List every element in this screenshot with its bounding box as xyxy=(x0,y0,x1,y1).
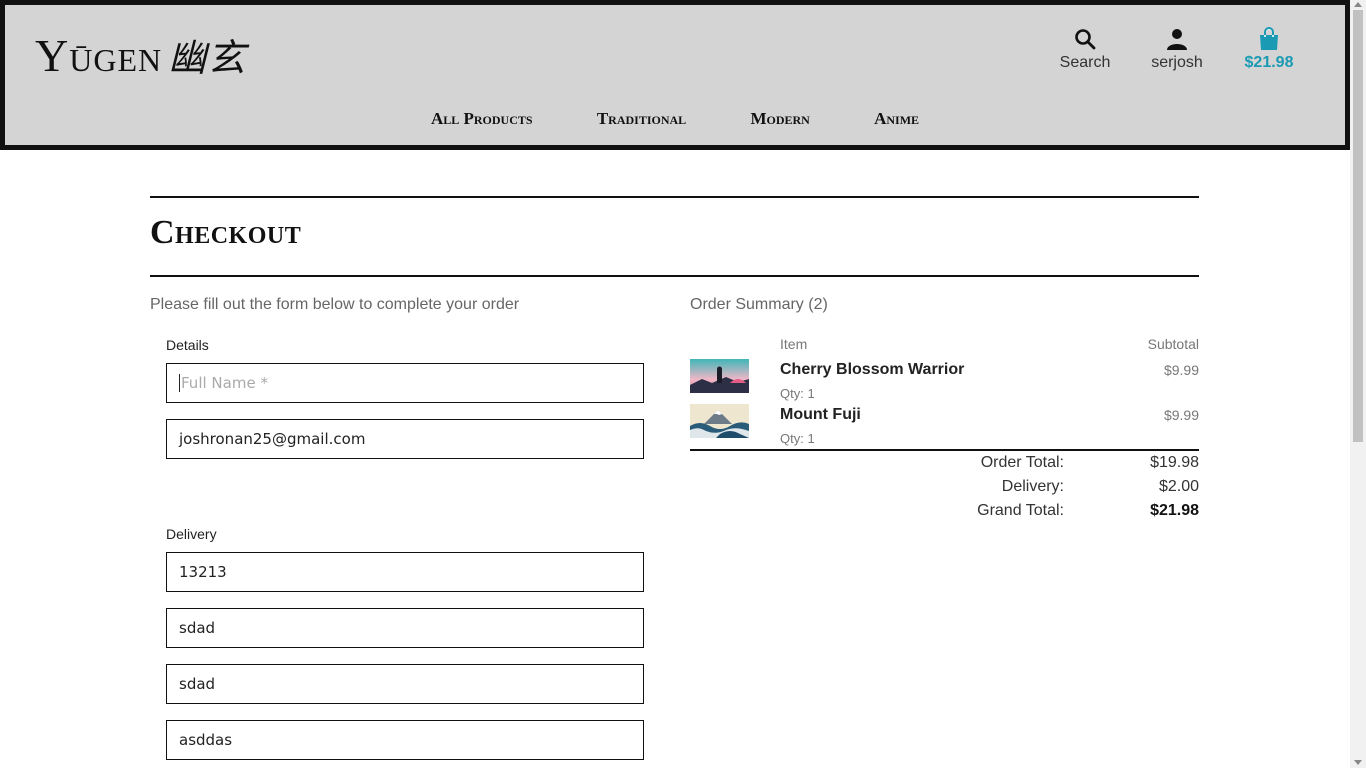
product-thumbnail-mount-fuji[interactable] xyxy=(690,404,749,438)
delivery-field-4[interactable]: asddas xyxy=(166,720,644,760)
nav-anime[interactable]: Anime xyxy=(874,109,919,129)
full-name-placeholder: Full Name * xyxy=(181,374,268,392)
cart-item-price: $9.99 xyxy=(1163,362,1199,378)
column-item-header: Item xyxy=(780,336,808,352)
page-title: Checkout xyxy=(150,214,302,251)
account-button[interactable]: serjosh xyxy=(1131,27,1223,72)
search-icon xyxy=(1075,29,1096,50)
page-scrollbar[interactable] xyxy=(1350,0,1366,768)
user-icon xyxy=(1167,29,1187,50)
details-label: Details xyxy=(166,337,209,353)
delivery-label: Delivery xyxy=(166,526,217,542)
summary-divider xyxy=(690,449,1199,451)
delivery-field-1[interactable]: 13213 xyxy=(166,552,644,592)
cart-item-name: Mount Fuji xyxy=(780,406,861,423)
delivery-cost-value: $2.00 xyxy=(1158,478,1199,495)
product-thumbnail-cherry-blossom-warrior[interactable] xyxy=(690,359,749,393)
cart-button[interactable]: $21.98 xyxy=(1223,27,1315,72)
order-summary-title: Order Summary (2) xyxy=(690,296,828,313)
full-name-input[interactable]: Full Name * xyxy=(166,363,644,403)
scroll-up-icon[interactable] xyxy=(1354,2,1362,7)
nav-all-products[interactable]: All Products xyxy=(431,109,533,129)
order-total-value: $19.98 xyxy=(1150,454,1199,471)
grand-total-value: $21.98 xyxy=(1150,502,1199,519)
site-header: Yūgen 幽玄 Search serjosh $21.98 All Produc… xyxy=(0,0,1350,150)
text-caret xyxy=(179,374,180,392)
site-logo[interactable]: Yūgen 幽玄 xyxy=(35,27,246,82)
nav-modern[interactable]: Modern xyxy=(750,109,809,129)
delivery-field-value: sdad xyxy=(179,675,216,693)
shopping-bag-icon xyxy=(1260,27,1278,50)
delivery-field-value: 13213 xyxy=(179,563,227,581)
delivery-field-2[interactable]: sdad xyxy=(166,608,644,648)
logo-text: Yūgen xyxy=(35,30,163,81)
column-subtotal-header: Subtotal xyxy=(1147,336,1199,352)
account-label: serjosh xyxy=(1151,54,1203,71)
header-actions: Search serjosh $21.98 xyxy=(1039,27,1315,72)
scroll-down-icon[interactable] xyxy=(1354,760,1362,765)
cart-total: $21.98 xyxy=(1244,54,1294,71)
grand-total-label: Grand Total: xyxy=(977,502,1064,519)
form-intro: Please fill out the form below to comple… xyxy=(150,296,520,313)
title-divider-bottom xyxy=(150,275,1199,277)
delivery-field-value: sdad xyxy=(179,619,216,637)
logo-kanji: 幽玄 xyxy=(168,38,247,80)
email-value: joshronan25@gmail.com xyxy=(179,430,366,448)
cart-item-name: Cherry Blossom Warrior xyxy=(780,361,965,378)
delivery-field-3[interactable]: sdad xyxy=(166,664,644,704)
order-total-label: Order Total: xyxy=(980,454,1064,471)
cart-item-qty: Qty: 1 xyxy=(780,386,815,401)
main-nav: All Products Traditional Modern Anime xyxy=(5,109,1345,129)
delivery-field-value: asddas xyxy=(179,731,233,749)
cart-item-price: $9.99 xyxy=(1163,407,1199,423)
email-input[interactable]: joshronan25@gmail.com xyxy=(166,419,644,459)
cart-item-qty: Qty: 1 xyxy=(780,431,815,446)
title-divider-top xyxy=(150,196,1199,198)
scrollbar-thumb[interactable] xyxy=(1353,10,1363,442)
search-label: Search xyxy=(1059,54,1111,71)
nav-traditional[interactable]: Traditional xyxy=(597,109,686,129)
delivery-cost-label: Delivery: xyxy=(1001,478,1064,495)
search-button[interactable]: Search xyxy=(1039,27,1131,72)
